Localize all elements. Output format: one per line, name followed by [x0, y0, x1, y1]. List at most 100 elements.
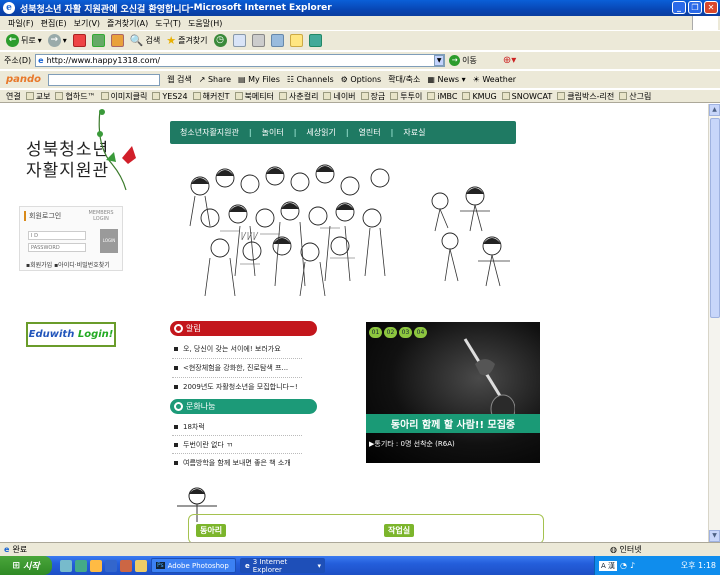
pando-myfiles-button[interactable]: ▤ My Files — [238, 75, 280, 84]
link-item[interactable]: SNOWCAT — [501, 92, 552, 101]
desktop-icon[interactable] — [60, 559, 72, 572]
login-password-input[interactable] — [28, 243, 86, 252]
pando-search-input[interactable] — [48, 73, 161, 86]
pando-web-search-button[interactable]: 웹 검색 — [167, 74, 192, 85]
notice-header[interactable]: 알림 — [170, 321, 317, 336]
link-item[interactable]: KMUG — [462, 92, 497, 101]
note-icon[interactable] — [289, 34, 303, 47]
address-input[interactable]: e http://www.happy1318.com/ ▼ — [35, 54, 446, 67]
task-internet-explorer[interactable]: e 3 Internet Explorer ▾ — [240, 558, 325, 574]
feature-tab[interactable]: 01 — [369, 327, 382, 338]
stop-icon[interactable] — [72, 34, 86, 47]
window-title-bar[interactable]: e 성북청소년 자활 지원관에 오신걸 환영합니다 - Microsoft In… — [0, 0, 720, 16]
nav-item-archive[interactable]: 자료실 — [393, 127, 435, 138]
culture-item[interactable]: 두번이란 없다 ㄲ — [174, 440, 233, 450]
mail-icon[interactable] — [232, 34, 246, 47]
tray-icon[interactable]: ◔ — [620, 561, 627, 570]
feature-tab[interactable]: 02 — [384, 327, 397, 338]
web-page: 성북청소년 자활지원관 청소년자활지원관 | 놀이터 | 세상읽기 | 열린터 | 자료… — [0, 104, 708, 542]
scroll-down-icon[interactable]: ▼ — [709, 530, 720, 542]
link-item[interactable]: YES24 — [152, 92, 188, 101]
back-button[interactable]: ← 뒤로 ▾ — [6, 34, 42, 47]
nav-item-about[interactable]: 청소년자활지원관 — [170, 127, 249, 138]
link-item[interactable]: 투투이 — [390, 91, 422, 102]
link-item[interactable]: 해커진T — [192, 91, 230, 102]
print-icon[interactable] — [251, 34, 265, 47]
link-item[interactable]: 장금 — [360, 91, 385, 102]
media-icon[interactable] — [120, 559, 132, 572]
link-item[interactable]: 네이버 — [323, 91, 356, 102]
zoom-button[interactable]: 확대/축소 — [388, 74, 420, 85]
search-button[interactable]: 🔍 검색 — [130, 34, 160, 47]
find-account-link[interactable]: ▪아이디·비밀번호찾기 — [54, 262, 110, 269]
menu-view[interactable]: 보기(V) — [74, 18, 100, 29]
menu-help[interactable]: 도움말(H) — [188, 18, 222, 29]
status-page-icon: e — [4, 545, 10, 554]
pando-channels-button[interactable]: ☷ Channels — [287, 75, 334, 84]
link-item[interactable]: 협하드™ — [55, 91, 96, 102]
minimize-button[interactable]: _ — [672, 1, 686, 14]
addon-icon[interactable]: ⊕▾ — [503, 55, 516, 66]
bullet-icon — [174, 425, 178, 429]
address-dropdown-icon[interactable]: ▼ — [434, 55, 445, 66]
history-icon[interactable]: ◷ — [213, 34, 227, 47]
link-item[interactable]: 사춘컬리 — [279, 91, 318, 102]
notice-item[interactable]: <현장체험을 강화한, 진로탐색 프... — [174, 363, 288, 373]
pando-share-button[interactable]: ↗ Share — [199, 75, 231, 84]
search-label: 검색 — [145, 36, 161, 45]
nav-item-world[interactable]: 세상읽기 — [296, 127, 345, 138]
vertical-scrollbar[interactable]: ▲ ▼ — [708, 104, 720, 542]
menu-tools[interactable]: 도구(T) — [155, 18, 181, 29]
feature-tab[interactable]: 04 — [414, 327, 427, 338]
clock: 오후 1:18 — [680, 561, 716, 570]
link-item[interactable]: 교보 — [25, 91, 50, 102]
join-link[interactable]: ▪회원가입 — [26, 262, 52, 269]
nav-item-open[interactable]: 열린터 — [349, 127, 391, 138]
messenger-icon[interactable] — [308, 34, 322, 47]
maximize-button[interactable]: ❐ — [688, 1, 702, 14]
go-button[interactable]: → 이동 — [449, 55, 477, 66]
edit-icon[interactable] — [270, 34, 284, 47]
forward-button[interactable]: → ▾ — [47, 34, 67, 47]
volume-icon[interactable]: ♪ — [630, 561, 635, 570]
link-item[interactable]: 이미지클릭 — [100, 91, 147, 102]
scroll-thumb[interactable] — [710, 118, 720, 318]
start-button[interactable]: ⊞ 시작 — [0, 556, 52, 575]
messenger-icon[interactable] — [75, 559, 87, 572]
menu-favorites[interactable]: 즐겨찾기(A) — [107, 18, 148, 29]
weather-button[interactable]: ☀ Weather — [473, 75, 516, 84]
eduwith-login-banner[interactable]: Eduwith Login! — [26, 322, 116, 347]
culture-item[interactable]: 18차럭 — [174, 422, 205, 432]
refresh-icon[interactable] — [91, 34, 105, 47]
folder-icon[interactable] — [90, 559, 102, 572]
notice-item[interactable]: 2009년도 자활청소년을 모집합니다~! — [174, 382, 298, 392]
link-item[interactable]: 북메티터 — [234, 91, 274, 102]
menu-edit[interactable]: 편집(E) — [41, 18, 67, 29]
favorites-button[interactable]: ★ 즐겨찾기 — [166, 34, 207, 47]
link-icon — [192, 92, 201, 100]
close-button[interactable]: ✕ — [704, 1, 718, 14]
feature-tab[interactable]: 03 — [399, 327, 412, 338]
club-tag[interactable]: 동아리 — [196, 524, 227, 537]
link-item[interactable]: 산그림 — [619, 91, 651, 102]
pando-options-button[interactable]: ⚙ Options — [341, 75, 382, 84]
task-photoshop[interactable]: Ps Adobe Photoshop — [151, 558, 236, 573]
app-icon[interactable] — [135, 559, 147, 572]
login-button[interactable]: LOGIN — [100, 229, 118, 253]
culture-item[interactable]: 여름방학을 함께 보내면 좋은 책 소개 — [174, 458, 291, 468]
logo-flower-icon — [97, 109, 136, 191]
ime-indicator[interactable]: A 漢 — [599, 560, 618, 571]
ie-icon[interactable] — [105, 559, 117, 572]
nav-item-playground[interactable]: 놀이터 — [252, 127, 294, 138]
workshop-tag[interactable]: 작업실 — [384, 524, 415, 537]
link-item[interactable]: 클립박스-리전 — [557, 91, 614, 102]
home-icon[interactable] — [110, 34, 124, 47]
menu-file[interactable]: 파일(F) — [8, 18, 34, 29]
scroll-up-icon[interactable]: ▲ — [709, 104, 720, 116]
news-button[interactable]: ▦ News ▾ — [427, 75, 465, 84]
notice-item[interactable]: 오, 당신이 갖는 서이에! 보러가요 — [174, 344, 281, 354]
link-item[interactable]: iMBC — [427, 92, 457, 101]
login-id-input[interactable] — [28, 231, 86, 240]
culture-header[interactable]: 문화나눔 — [170, 399, 317, 414]
feature-headline[interactable]: 동아리 함께 할 사람!! 모집중 — [366, 414, 540, 433]
